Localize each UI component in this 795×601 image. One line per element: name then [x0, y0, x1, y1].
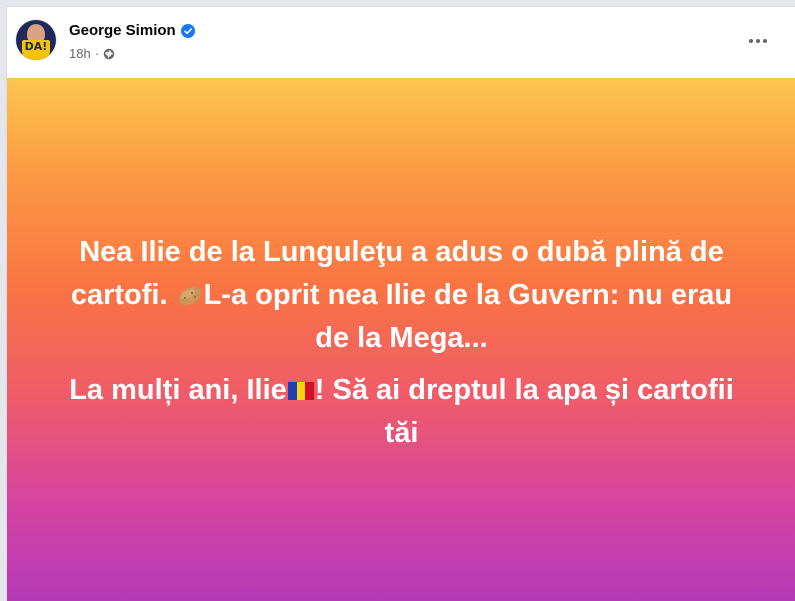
post-timestamp[interactable]: 18h — [69, 46, 91, 61]
meta-separator: · — [94, 46, 100, 61]
status-text-2b: ! Să ai dreptul la apa și cartofii tăi — [314, 374, 734, 449]
more-options-button[interactable] — [744, 31, 772, 51]
status-text-2a: La mulți ani, Ilie — [69, 374, 287, 406]
potato-emoji — [178, 286, 201, 306]
more-options-icon — [749, 39, 767, 43]
globe-icon[interactable] — [103, 48, 115, 60]
status-text-1b: L-a oprit nea Ilie de la Guvern: nu erau… — [203, 279, 733, 354]
romania-flag-emoji — [287, 382, 314, 400]
author-name[interactable]: George Simion — [69, 22, 176, 39]
avatar-stripe — [16, 54, 56, 60]
status-paragraph-1: Nea Ilie de la Lunguleţu a adus o dubă p… — [52, 231, 752, 360]
facebook-post: DA! George Simion 18h · Nea Ilie de la L… — [6, 6, 795, 601]
status-background: Nea Ilie de la Lunguleţu a adus o dubă p… — [7, 78, 795, 601]
verified-badge-icon — [180, 23, 195, 38]
status-paragraph-2: La mulți ani, Ilie ! Să ai dreptul la ap… — [52, 369, 752, 455]
author-row: George Simion — [69, 22, 195, 39]
post-meta: 18h · — [69, 46, 115, 61]
avatar[interactable]: DA! — [16, 20, 56, 60]
post-header: DA! George Simion 18h · — [7, 7, 795, 78]
avatar-badge: DA! — [22, 40, 50, 54]
